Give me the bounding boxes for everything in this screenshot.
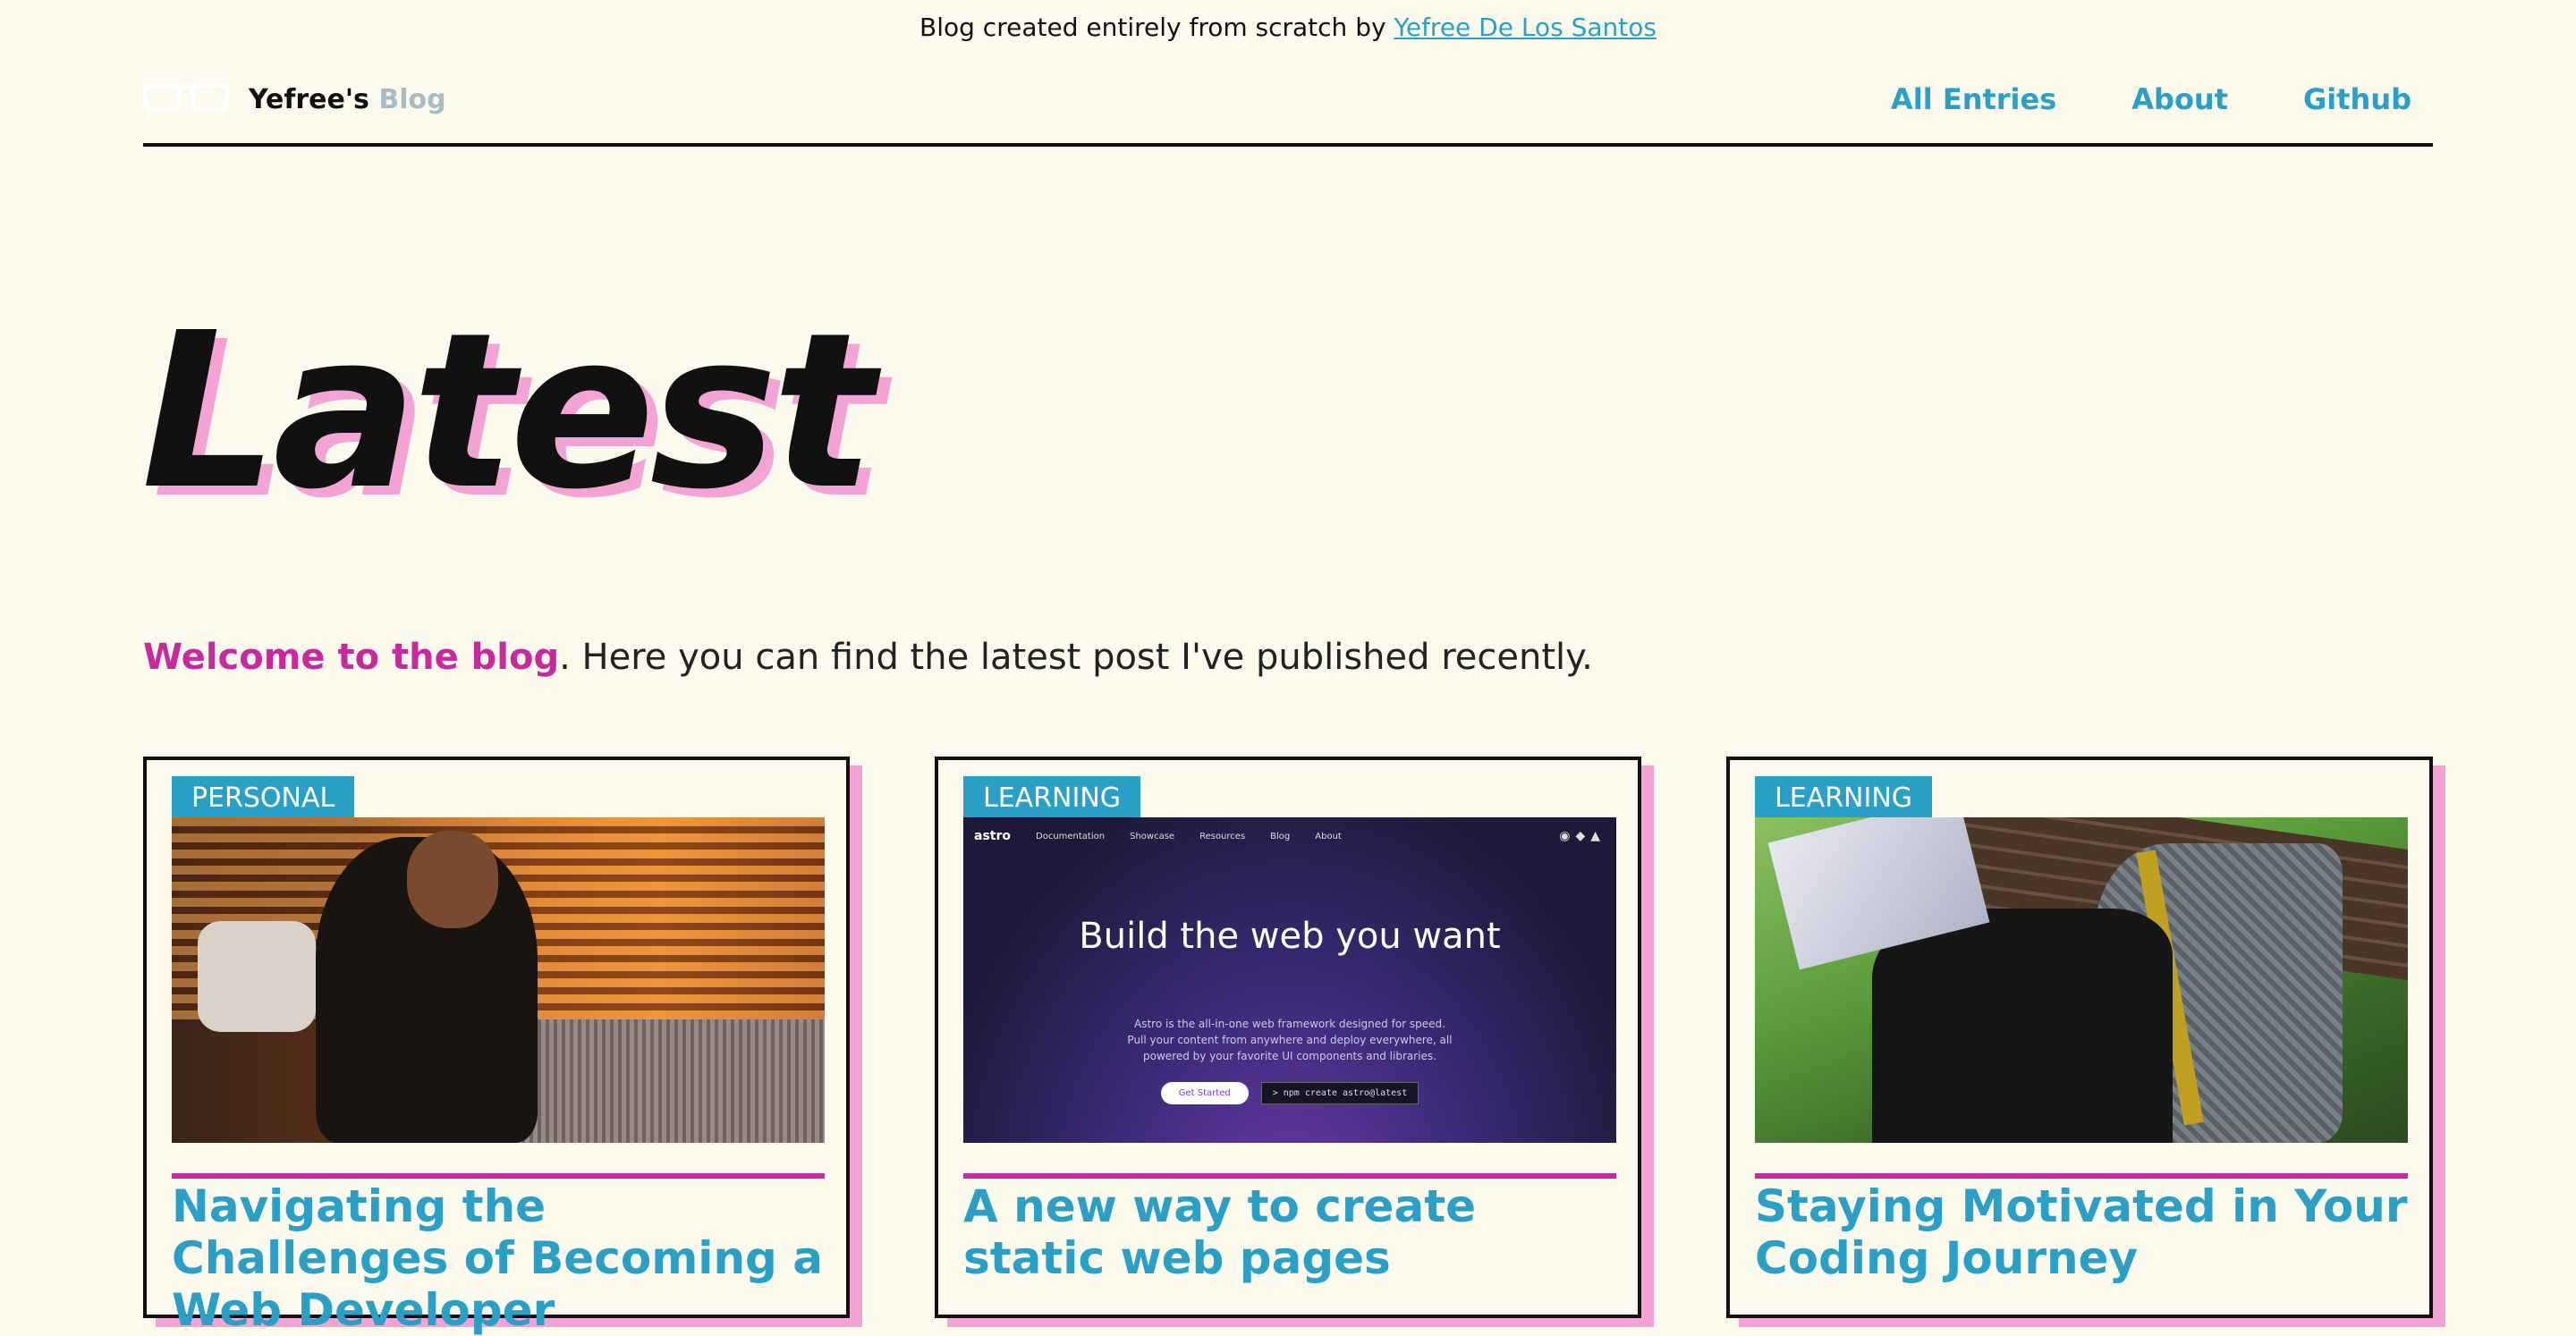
thumb-nav-item: Resources [1199,831,1246,841]
intro-text: Welcome to the blog. Here you can find t… [143,637,1593,678]
astro-logo: astro [974,829,1011,843]
thumb-nav-item: Showcase [1130,831,1175,841]
author-link[interactable]: Yefree De Los Santos [1394,13,1657,42]
post-card[interactable]: LEARNING Staying Motivated in Your Codin… [1726,757,2433,1318]
main-nav: All Entries About Github [1891,82,2411,116]
nav-about[interactable]: About [2131,82,2228,116]
divider [1755,1173,2408,1179]
top-note: Blog created entirely from scratch by Ye… [0,13,2576,42]
post-thumbnail[interactable] [172,817,825,1143]
post-title[interactable]: Navigating the Challenges of Becoming a … [172,1180,834,1336]
thumb-navbar: astro Documentation Showcase Resources B… [963,817,1616,855]
thumb-nav-item: Blog [1270,831,1291,841]
top-note-text: Blog created entirely from scratch by [919,13,1394,42]
category-tag[interactable]: PERSONAL [172,776,355,817]
thumb-get-started: Get Started [1160,1082,1249,1104]
glasses-icon [142,82,230,117]
divider [172,1173,825,1179]
thumb-buttons: Get Started > npm create astro@latest [963,1082,1616,1104]
social-icons: ◉◆▲ [1559,829,1606,843]
page-title: Latest [141,286,875,537]
logo-text: Yefree's Blog [249,84,446,115]
thumb-nav-item: About [1315,831,1342,841]
category-tag[interactable]: LEARNING [1755,776,1933,817]
site-header: Yefree's Blog All Entries About Github [142,75,2433,147]
post-card[interactable]: PERSONAL Navigating the Challenges of Be… [143,757,850,1336]
divider [963,1173,1616,1179]
logo[interactable]: Yefree's Blog [142,82,446,117]
post-thumbnail[interactable]: astro Documentation Showcase Resources B… [963,817,1616,1143]
nav-github[interactable]: Github [2303,82,2411,116]
thumb-command: > npm create astro@latest [1260,1082,1419,1104]
thumb-nav-item: Documentation [1036,831,1106,841]
thumb-heading: Build the web you want [1079,916,1501,957]
intro-body: . Here you can find the latest post I've… [559,637,1593,678]
thumb-body: Astro is the all-in-one web framework de… [1127,1018,1453,1062]
logo-suffix: Blog [378,84,446,115]
nav-all-entries[interactable]: All Entries [1891,82,2056,116]
category-tag[interactable]: LEARNING [963,776,1141,817]
logo-name: Yefree's [249,84,369,115]
post-card[interactable]: LEARNING astro Documentation Showcase Re… [935,757,1641,1318]
post-thumbnail[interactable] [1755,817,2408,1143]
intro-highlight: Welcome to the blog [143,637,560,678]
post-title[interactable]: Staying Motivated in Your Coding Journey [1755,1180,2417,1284]
post-title[interactable]: A new way to create static web pages [963,1180,1625,1284]
